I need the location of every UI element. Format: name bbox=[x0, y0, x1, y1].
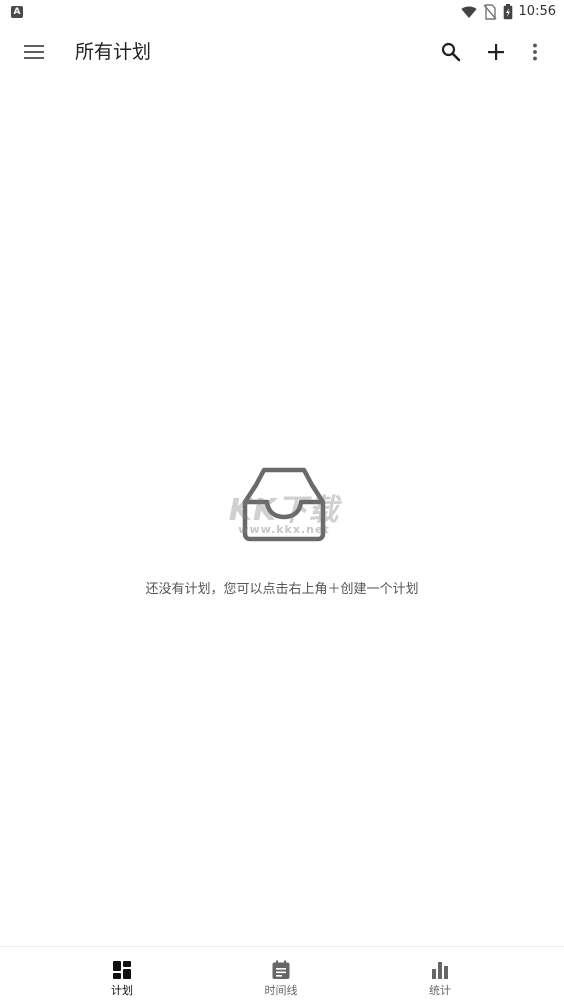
menu-icon bbox=[24, 45, 44, 59]
search-button[interactable] bbox=[429, 28, 473, 76]
menu-button[interactable] bbox=[10, 28, 58, 76]
watermark-url: www.kkx.net bbox=[238, 523, 330, 536]
more-vert-icon bbox=[533, 43, 537, 61]
nav-label-plans: 计划 bbox=[111, 984, 133, 997]
nav-item-plans[interactable]: 计划 bbox=[62, 947, 182, 1003]
bottom-nav: 计划 时间线 统计 bbox=[0, 946, 564, 1003]
no-sim-icon bbox=[482, 4, 497, 20]
status-bar: A 10:56 bbox=[0, 0, 564, 24]
wifi-icon bbox=[460, 6, 477, 18]
nav-label-timeline: 时间线 bbox=[264, 984, 298, 997]
nav-label-stats: 统计 bbox=[429, 984, 451, 997]
notification-icon: A bbox=[11, 6, 23, 18]
search-icon bbox=[441, 42, 461, 62]
bar-chart-icon bbox=[432, 962, 448, 979]
battery-charging-icon bbox=[503, 4, 512, 20]
dashboard-icon bbox=[113, 961, 131, 979]
empty-illustration: KK下载 www.kkx.net bbox=[222, 467, 346, 551]
nav-item-timeline[interactable]: 时间线 bbox=[221, 947, 341, 1003]
add-plan-button[interactable] bbox=[474, 28, 518, 76]
timeline-icon bbox=[272, 960, 290, 979]
add-icon bbox=[488, 44, 504, 60]
status-icons: 10:56 bbox=[460, 3, 556, 21]
status-time: 10:56 bbox=[518, 4, 556, 19]
nav-item-stats[interactable]: 统计 bbox=[380, 947, 500, 1003]
app-bar: 所有计划 bbox=[0, 24, 564, 80]
page-title: 所有计划 bbox=[75, 41, 152, 63]
more-options-button[interactable] bbox=[514, 28, 556, 76]
empty-message: 还没有计划，您可以点击右上角＋创建一个计划 bbox=[145, 582, 419, 597]
